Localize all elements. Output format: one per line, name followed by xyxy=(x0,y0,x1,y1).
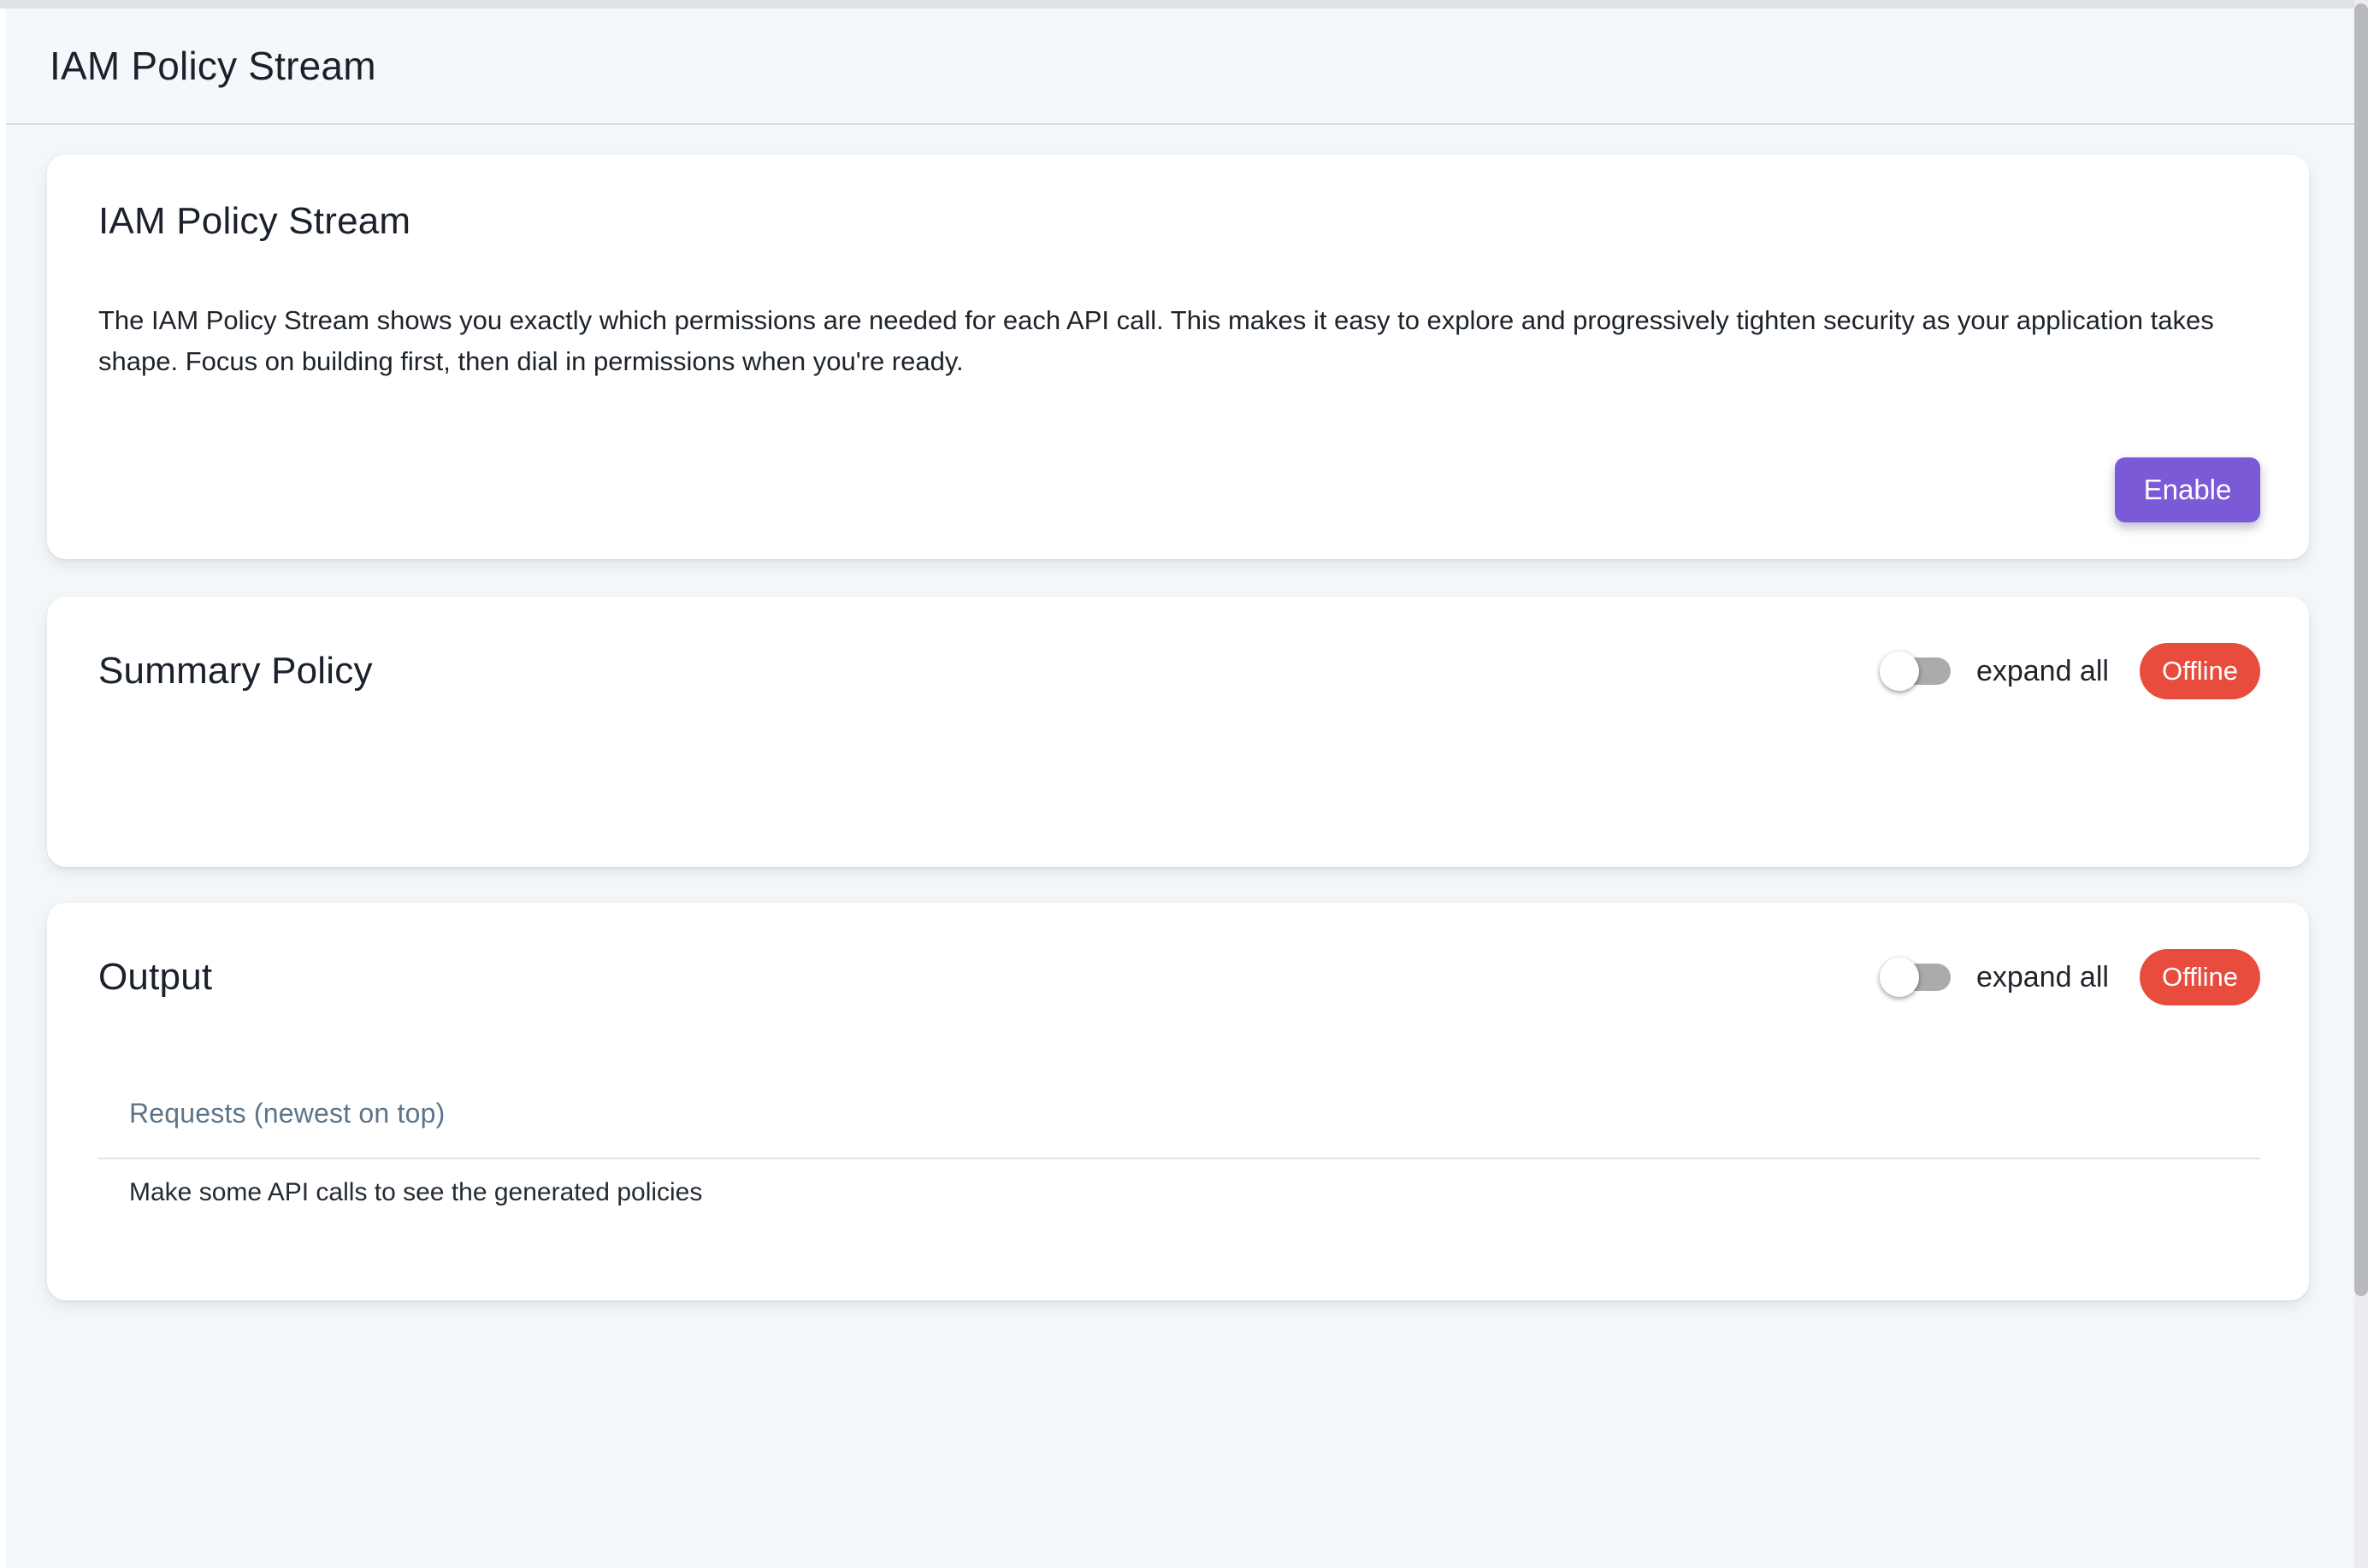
expand-all-toggle[interactable] xyxy=(1884,964,1951,991)
requests-empty-message: Make some API calls to see the generated… xyxy=(129,1178,2260,1207)
output-header-row: Output expand all Offline xyxy=(98,947,2260,1007)
requests-heading: Requests (newest on top) xyxy=(129,1098,2260,1129)
toggle-knob-icon[interactable] xyxy=(1880,651,1919,691)
left-edge-sliver xyxy=(0,9,6,1568)
summary-policy-heading: Summary Policy xyxy=(98,649,1884,693)
enable-button[interactable]: Enable xyxy=(2115,457,2260,522)
output-heading: Output xyxy=(98,955,1884,999)
browser-chrome-strip xyxy=(0,0,2354,9)
requests-section: Requests (newest on top) Make some API c… xyxy=(98,1098,2260,1207)
intro-card: IAM Policy Stream The IAM Policy Stream … xyxy=(47,155,2309,559)
requests-divider xyxy=(98,1158,2260,1159)
page: IAM Policy Stream IAM Policy Stream The … xyxy=(0,9,2354,1568)
intro-card-description: The IAM Policy Stream shows you exactly … xyxy=(98,300,2260,382)
intro-card-heading: IAM Policy Stream xyxy=(98,199,2260,244)
status-badge: Offline xyxy=(2140,643,2260,699)
expand-all-label: expand all xyxy=(1976,961,2109,994)
summary-policy-header-row: Summary Policy expand all Offline xyxy=(98,641,2260,701)
expand-all-toggle[interactable] xyxy=(1884,657,1951,685)
expand-all-label: expand all xyxy=(1976,655,2109,688)
output-card: Output expand all Offline Requests (newe… xyxy=(47,903,2309,1300)
status-badge: Offline xyxy=(2140,949,2260,1005)
page-title: IAM Policy Stream xyxy=(50,43,376,89)
toggle-knob-icon[interactable] xyxy=(1880,958,1919,997)
description-line: The IAM Policy Stream shows you exactly … xyxy=(98,300,2260,341)
description-line: shape. Focus on building first, then dia… xyxy=(98,341,2260,382)
summary-policy-card: Summary Policy expand all Offline xyxy=(47,597,2309,867)
app-header: IAM Policy Stream xyxy=(0,9,2354,125)
scrollbar[interactable] xyxy=(2354,0,2368,1568)
scrollbar-thumb[interactable] xyxy=(2354,3,2368,1296)
